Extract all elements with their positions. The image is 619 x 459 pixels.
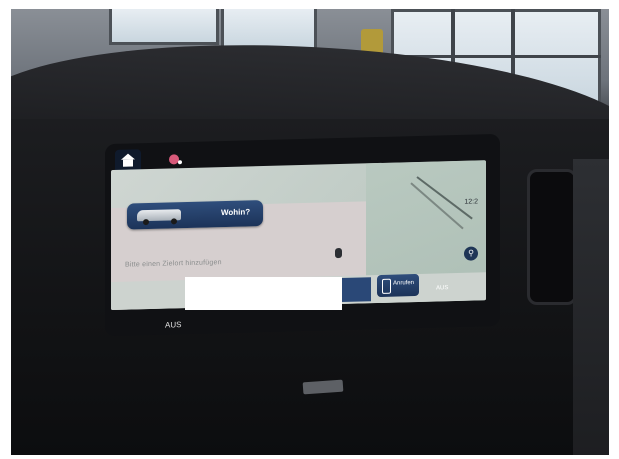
phone-icon [382, 278, 391, 294]
garage-window-1 [109, 9, 219, 45]
destination-button-label: Wohin? [221, 207, 251, 218]
nav-pin-badge [178, 160, 182, 165]
door-panel [573, 159, 609, 455]
bottom-bar-segment[interactable] [341, 277, 371, 302]
navigation-pin-icon[interactable] [167, 152, 185, 168]
right-off-label: AUS [436, 285, 449, 292]
dashboard-photo: Bitte einen Zielort hinzufügen Wohin? 12… [11, 9, 609, 455]
left-off-label: AUS [165, 320, 182, 330]
status-time: 12:2 [464, 198, 478, 206]
destination-button[interactable]: Wohin? [127, 200, 263, 230]
air-vent [527, 169, 577, 305]
map-marker-icon [335, 247, 342, 259]
call-button-label: Anrufen [393, 280, 415, 287]
call-button[interactable]: Anrufen [377, 273, 419, 298]
van-icon [135, 206, 185, 226]
redaction-box [185, 277, 342, 310]
